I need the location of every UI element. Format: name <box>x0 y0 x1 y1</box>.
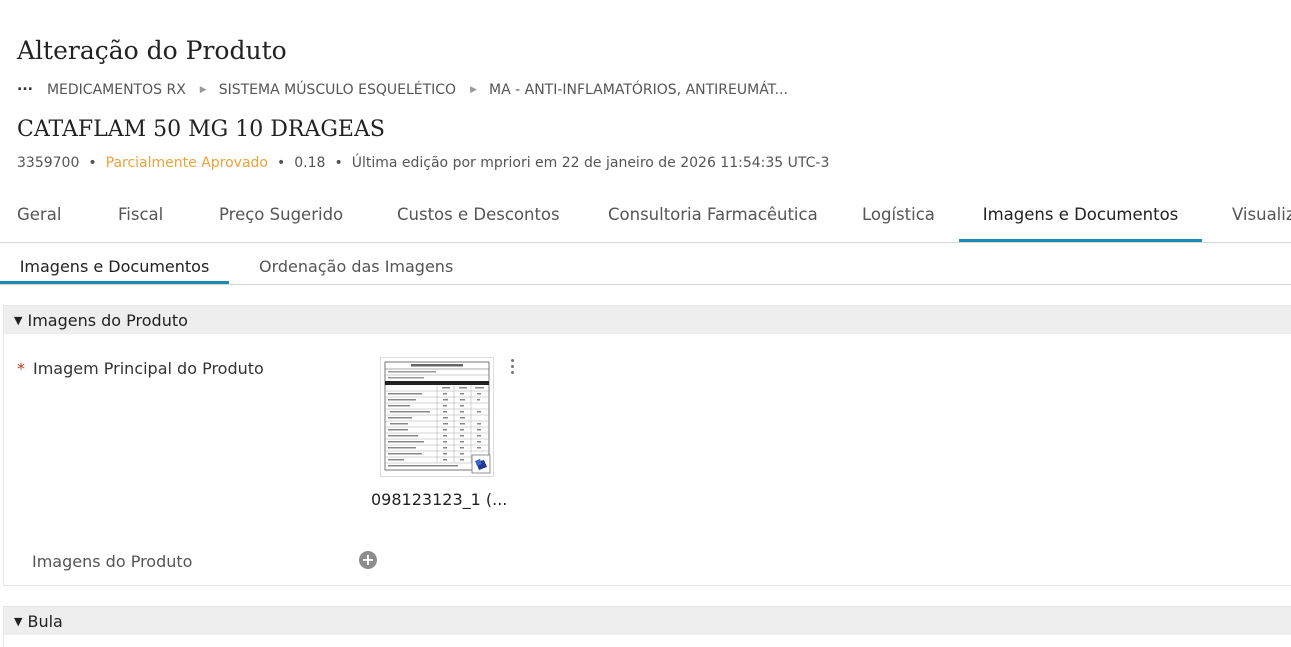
caret-down-icon: ▼ <box>14 313 23 327</box>
breadcrumb: ... MEDICAMENTOS RX ▶ SISTEMA MÚSCULO ES… <box>17 78 788 98</box>
subtab-ordenacao-imagens[interactable]: Ordenação das Imagens <box>259 243 453 284</box>
section-header-bula[interactable]: ▼ Bula <box>4 607 1291 635</box>
last-edit-info: Última edição por mpriori em 22 de janei… <box>351 155 830 171</box>
main-image-thumbnail[interactable] <box>380 357 494 477</box>
caret-down-icon: ▼ <box>14 614 23 628</box>
breadcrumb-separator-icon: ▶ <box>470 85 478 95</box>
product-images-label: Imagens do Produto <box>32 552 193 571</box>
plus-circle-icon[interactable]: + <box>359 551 377 569</box>
section-imagens-produto: ▼ Imagens do Produto * Imagem Principal d… <box>3 305 1291 586</box>
breadcrumb-ellipsis[interactable]: ... <box>17 78 33 94</box>
product-title: CATAFLAM 50 MG 10 DRAGEAS <box>17 117 385 142</box>
tab-logistica[interactable]: Logística <box>862 188 935 242</box>
section-title: Bula <box>27 611 63 631</box>
tab-consultoria-farmaceutica[interactable]: Consultoria Farmacêutica <box>608 188 818 242</box>
required-marker: * <box>17 359 25 378</box>
section-title: Imagens do Produto <box>27 310 188 330</box>
product-code: 3359700 <box>17 155 80 171</box>
subtab-imagens-documentos[interactable]: Imagens e Documentos <box>0 243 229 284</box>
meta-dot: • <box>277 155 286 171</box>
tab-geral[interactable]: Geral <box>17 188 61 242</box>
meta-dot: • <box>88 155 97 171</box>
product-meta: 3359700 • Parcialmente Aprovado • 0.18 •… <box>17 155 829 171</box>
breadcrumb-separator-icon: ▶ <box>199 85 207 95</box>
image-options-kebab-icon[interactable] <box>508 359 516 379</box>
breadcrumb-item-anti-inflamatorios[interactable]: MA - ANTI-INFLAMATÓRIOS, ANTIREUMÁT... <box>489 82 788 98</box>
tab-preco-sugerido[interactable]: Preço Sugerido <box>219 188 343 242</box>
section-header-imagens-produto[interactable]: ▼ Imagens do Produto <box>4 306 1291 334</box>
tab-visualizacao[interactable]: Visualiz <box>1232 188 1291 242</box>
tab-imagens-documentos[interactable]: Imagens e Documentos <box>959 188 1202 242</box>
main-tabs: Geral Fiscal Preço Sugerido Custos e Des… <box>0 188 1291 243</box>
main-image-field-label: * Imagem Principal do Produto <box>17 359 264 378</box>
sub-tabs: Imagens e Documentos Ordenação das Image… <box>0 243 1291 285</box>
product-version: 0.18 <box>294 155 326 171</box>
tab-custos-descontos[interactable]: Custos e Descontos <box>397 188 560 242</box>
tab-fiscal[interactable]: Fiscal <box>118 188 163 242</box>
meta-dot: • <box>334 155 343 171</box>
status-badge: Parcialmente Aprovado <box>105 155 268 171</box>
page-title: Alteração do Produto <box>17 36 287 65</box>
nutrition-table-image <box>384 361 491 474</box>
main-image-filename[interactable]: 098123123_1 (... <box>371 490 507 509</box>
breadcrumb-item-medicamentos-rx[interactable]: MEDICAMENTOS RX <box>47 82 186 98</box>
main-image-label: Imagem Principal do Produto <box>33 359 264 378</box>
breadcrumb-item-sistema-musculo[interactable]: SISTEMA MÚSCULO ESQUELÉTICO <box>219 82 456 98</box>
